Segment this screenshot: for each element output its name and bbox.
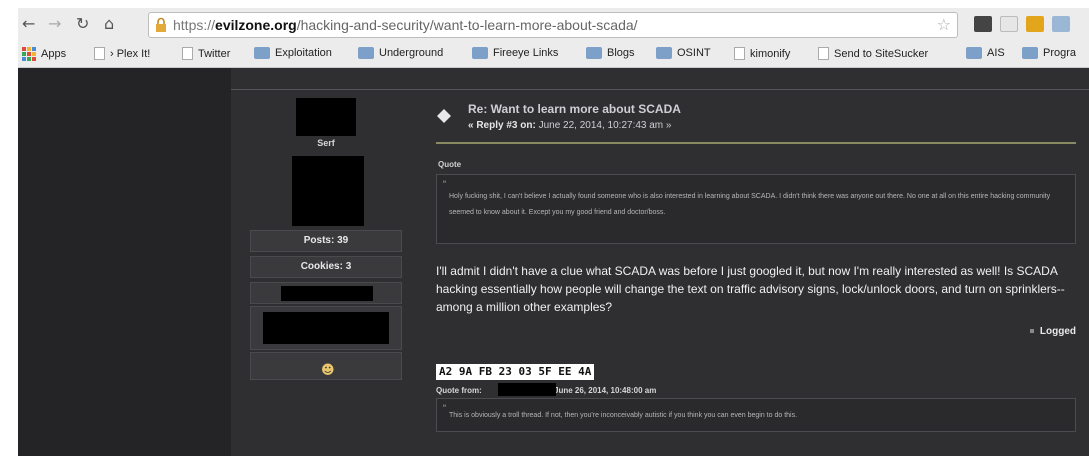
quote-mark-icon: “ <box>443 179 446 189</box>
logged-status: Logged <box>1029 326 1076 337</box>
xx-post-icon <box>437 109 451 123</box>
quote-text: Holy fucking shit, I can't believe I act… <box>449 193 1051 216</box>
post-title[interactable]: Re: Want to learn more about SCADA <box>468 102 681 116</box>
logged-dot-icon <box>1029 329 1034 334</box>
bookmark-exploitation[interactable]: Exploitation <box>254 47 332 59</box>
bookmark-twitter[interactable]: Twitter <box>182 47 230 60</box>
signature-quote-text: This is obviously a troll thread. If not… <box>449 412 798 419</box>
post-body: I'll admit I didn't have a clue what SCA… <box>436 264 1065 314</box>
extension-icon[interactable] <box>1026 16 1044 32</box>
left-sidebar <box>18 68 231 456</box>
bookmark-underground[interactable]: Underground <box>358 47 443 59</box>
profile-link[interactable]: ☻ <box>250 352 402 380</box>
redacted-quote-author <box>498 383 556 396</box>
page-icon <box>94 47 105 60</box>
bookmark-progra[interactable]: Progra <box>1022 47 1076 59</box>
redaction-bar <box>263 312 389 344</box>
extension-icon[interactable] <box>1052 16 1070 32</box>
bookmark-star-icon[interactable]: ☆ <box>937 15 951 34</box>
post-count: Posts: 39 <box>250 230 402 252</box>
quote-mark-icon: “ <box>443 403 446 413</box>
forward-arrow-icon[interactable]: → <box>48 14 61 33</box>
folder-icon <box>1022 47 1038 59</box>
back-arrow-icon[interactable]: ← <box>22 14 35 33</box>
url-text: https://evilzone.org/hacking-and-securit… <box>173 17 638 33</box>
forum-page: Serf Posts: 39 Cookies: 3 ☻ Re: Want to … <box>18 68 1089 456</box>
page-icon <box>734 47 745 60</box>
bookmark-ais[interactable]: AIS <box>966 47 1005 59</box>
bookmark-osint[interactable]: OSINT <box>656 47 711 59</box>
browser-chrome: ← → ↻ ⌂ https://evilzone.org/hacking-and… <box>18 8 1089 68</box>
bookmark-kimonify[interactable]: kimonify <box>734 47 790 60</box>
post-meta: « Reply #3 on: June 22, 2014, 10:27:43 a… <box>468 120 672 131</box>
quote-block: “ Holy fucking shit, I can't believe I a… <box>436 174 1076 244</box>
folder-icon <box>254 47 270 59</box>
bookmark-plex-it[interactable]: › Plex It! <box>94 47 150 60</box>
member-rank: Serf <box>317 138 335 148</box>
home-icon[interactable]: ⌂ <box>104 14 114 33</box>
redacted-username <box>296 98 356 136</box>
lock-icon <box>156 17 166 32</box>
extension-icon[interactable] <box>974 16 992 32</box>
folder-icon <box>586 47 602 59</box>
redacted-avatar <box>292 156 364 226</box>
redaction-bar <box>281 286 373 301</box>
folder-icon <box>472 47 488 59</box>
cookie-count: Cookies: 3 <box>250 256 402 278</box>
bookmark-blogs[interactable]: Blogs <box>586 47 635 59</box>
signature-quote-block: “ This is obviously a troll thread. If n… <box>436 398 1076 432</box>
quote-label: Quote <box>438 160 462 169</box>
folder-icon <box>656 47 672 59</box>
bookmarks-bar: Apps › Plex It! Twitter Exploitation Und… <box>18 44 1089 66</box>
user-profile-icon[interactable]: ☻ <box>321 361 335 381</box>
signature-hex: A2 9A FB 23 03 5F EE 4A <box>436 364 595 380</box>
bookmark-fireeye-links[interactable]: Fireeye Links <box>472 47 558 59</box>
bookmark-apps[interactable]: Apps <box>22 47 66 61</box>
navigation-bar: ← → ↻ ⌂ https://evilzone.org/hacking-and… <box>18 8 1089 42</box>
folder-icon <box>358 47 374 59</box>
address-bar[interactable]: https://evilzone.org/hacking-and-securit… <box>148 12 958 38</box>
page-icon <box>182 47 193 60</box>
reload-icon[interactable]: ↻ <box>76 14 89 33</box>
divider <box>231 89 1089 90</box>
extension-icon[interactable] <box>1000 16 1018 32</box>
page-icon <box>818 47 829 60</box>
post-separator <box>436 142 1076 144</box>
redacted-field <box>250 282 402 304</box>
redacted-field <box>250 306 402 350</box>
apps-grid-icon <box>22 47 36 61</box>
bookmark-send-to-sitesucker[interactable]: Send to SiteSucker <box>818 47 928 60</box>
folder-icon <box>966 47 982 59</box>
